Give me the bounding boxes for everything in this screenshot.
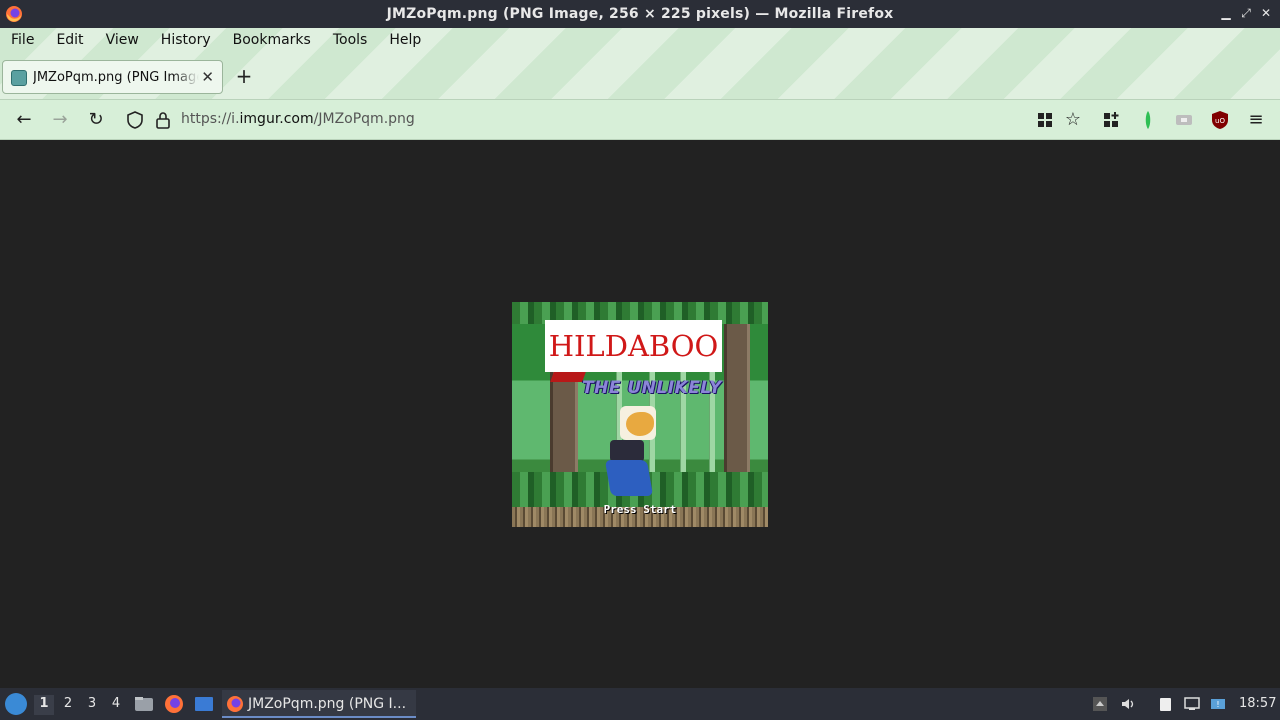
menu-tools[interactable]: Tools — [322, 28, 379, 54]
taskbar: 1 2 3 4 JMZoPqm.png (PNG I... ! 18:57 — [0, 688, 1280, 720]
menu-icon[interactable]: ≡ — [1245, 109, 1267, 131]
star-icon[interactable]: ☆ — [1062, 109, 1084, 131]
task-label: JMZoPqm.png (PNG I... — [248, 696, 407, 712]
clipboard-icon[interactable] — [1157, 696, 1173, 712]
menu-view[interactable]: View — [95, 28, 150, 54]
navigation-toolbar: ← → ↻ https://i.imgur.com/JMZoPqm.png ☆ … — [0, 99, 1280, 140]
new-tab-button[interactable]: + — [234, 66, 254, 86]
tab-active[interactable]: JMZoPqm.png (PNG Image, 256 × 225 pixels… — [2, 60, 223, 94]
volume-icon[interactable] — [1120, 696, 1136, 712]
logo-title: HILDABOO — [545, 320, 722, 372]
minimize-button[interactable]: ▁ — [1218, 5, 1234, 21]
grid-icon[interactable] — [1034, 109, 1056, 131]
press-start-text: Press Start — [603, 503, 677, 516]
file-manager-icon[interactable] — [134, 694, 154, 714]
back-icon[interactable]: ← — [13, 109, 35, 131]
forward-icon[interactable]: → — [49, 109, 71, 131]
firefox-icon — [227, 696, 243, 712]
extension-icon[interactable] — [1173, 109, 1195, 131]
shield-icon[interactable] — [124, 109, 146, 131]
character-body — [610, 440, 644, 462]
image-favicon-icon — [11, 70, 27, 86]
svg-text:!: ! — [1216, 700, 1219, 709]
lock-icon[interactable] — [152, 109, 174, 131]
reload-icon[interactable]: ↻ — [85, 109, 107, 131]
network-icon[interactable] — [1184, 696, 1200, 712]
tab-title: JMZoPqm.png (PNG Image, 256 × 225 pixels… — [33, 70, 199, 85]
close-window-button[interactable]: ✕ — [1258, 5, 1274, 21]
maximize-button[interactable]: ⤢ — [1238, 5, 1254, 21]
page-content: HILDABOO THE UNLIKELY Press Start — [0, 140, 1280, 688]
ublock-icon[interactable]: uO — [1209, 109, 1231, 131]
menu-help[interactable]: Help — [378, 28, 432, 54]
workspace-1[interactable]: 1 — [34, 695, 54, 715]
workspace-4[interactable]: 4 — [106, 695, 126, 715]
displayed-image[interactable]: HILDABOO THE UNLIKELY Press Start — [512, 302, 768, 527]
tray-up-arrow-icon[interactable] — [1092, 696, 1108, 712]
window-title: JMZoPqm.png (PNG Image, 256 × 225 pixels… — [386, 6, 894, 22]
logo-swoosh — [550, 372, 586, 382]
start-menu-icon[interactable] — [5, 693, 27, 715]
tree-trunk — [724, 302, 750, 499]
logo-subtitle: THE UNLIKELY — [582, 378, 722, 398]
browser-chrome: File Edit View History Bookmarks Tools H… — [0, 28, 1280, 99]
extensions-icon[interactable] — [1100, 109, 1122, 131]
menu-history[interactable]: History — [150, 28, 222, 54]
url-bar[interactable]: https://i.imgur.com/JMZoPqm.png — [181, 111, 415, 127]
ublock-badge: uO — [1215, 117, 1225, 125]
character-legs — [604, 460, 654, 496]
menu-edit[interactable]: Edit — [45, 28, 94, 54]
workspace-2[interactable]: 2 — [58, 695, 78, 715]
character-face — [626, 412, 654, 436]
workspace-3[interactable]: 3 — [82, 695, 102, 715]
leaf-extension-icon[interactable] — [1137, 109, 1159, 131]
menubar: File Edit View History Bookmarks Tools H… — [0, 28, 432, 54]
clock: 18:57 — [1239, 696, 1277, 711]
taskbar-task-firefox[interactable]: JMZoPqm.png (PNG I... — [222, 690, 416, 718]
menu-file[interactable]: File — [0, 28, 45, 54]
desktop-icon[interactable] — [194, 694, 214, 714]
menu-bookmarks[interactable]: Bookmarks — [222, 28, 322, 54]
window-titlebar: JMZoPqm.png (PNG Image, 256 × 225 pixels… — [0, 0, 1280, 28]
close-tab-icon[interactable]: ✕ — [201, 68, 214, 86]
notification-icon[interactable]: ! — [1210, 696, 1226, 712]
firefox-launcher-icon[interactable] — [164, 694, 184, 714]
